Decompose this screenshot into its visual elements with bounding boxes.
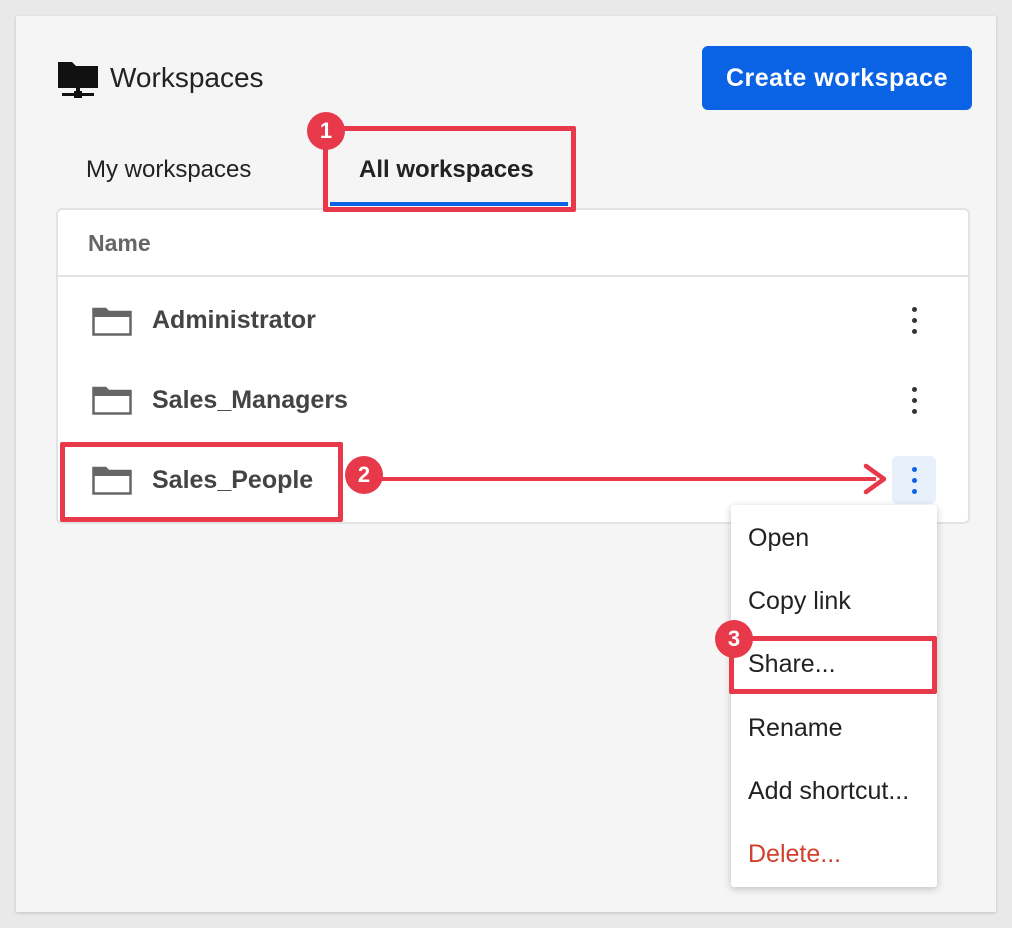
menu-item-rename[interactable]: Rename (748, 710, 843, 746)
folder-network-icon (58, 62, 98, 98)
workspace-name[interactable]: Administrator (152, 303, 316, 337)
workspace-name[interactable]: Sales_People (152, 463, 313, 497)
more-options-icon[interactable] (892, 456, 936, 504)
menu-item-open[interactable]: Open (748, 520, 809, 556)
menu-item-add-shortcut[interactable]: Add shortcut... (748, 773, 909, 809)
more-options-icon[interactable] (892, 296, 936, 344)
tab-my-workspaces[interactable]: My workspaces (86, 150, 251, 190)
step-badge-2: 2 (345, 456, 383, 494)
context-menu (731, 505, 937, 887)
menu-item-share[interactable]: Share... (748, 646, 836, 682)
folder-icon (92, 307, 132, 336)
page-title: Workspaces (110, 62, 264, 93)
more-options-icon[interactable] (892, 376, 936, 424)
step-badge-1: 1 (307, 112, 345, 150)
folder-icon (92, 386, 132, 415)
folder-icon (92, 466, 132, 495)
header-divider (58, 275, 968, 277)
workspace-name[interactable]: Sales_Managers (152, 383, 348, 417)
active-tab-indicator (330, 202, 568, 206)
column-header-name[interactable]: Name (88, 226, 151, 260)
menu-item-delete[interactable]: Delete... (748, 836, 841, 872)
step-badge-3: 3 (715, 620, 753, 658)
tab-all-workspaces[interactable]: All workspaces (359, 150, 534, 190)
menu-item-copy-link[interactable]: Copy link (748, 583, 851, 619)
create-workspace-button[interactable]: Create workspace (702, 46, 972, 110)
